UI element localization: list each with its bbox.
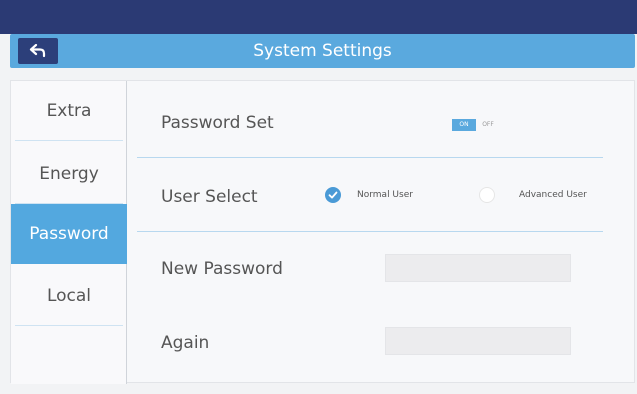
- top-status-bar: [0, 0, 637, 34]
- checkmark-icon: [328, 191, 338, 199]
- normal-user-label: Normal User: [357, 190, 413, 200]
- page-title: System Settings: [253, 41, 392, 61]
- sidebar-item-label: Extra: [46, 101, 92, 121]
- back-arrow-icon: [29, 44, 46, 58]
- new-password-label: New Password: [161, 259, 283, 279]
- sidebar-item-label: Energy: [39, 164, 99, 184]
- sidebar-item-label: Password: [29, 224, 109, 244]
- user-select-label: User Select: [161, 187, 258, 207]
- sidebar-item-password[interactable]: Password: [11, 204, 127, 264]
- sidebar: Extra Energy Password Local: [11, 81, 127, 384]
- toggle-on-label: ON: [452, 119, 476, 131]
- row-divider: [137, 231, 603, 232]
- advanced-user-label: Advanced User: [519, 190, 587, 200]
- title-bar: System Settings: [10, 34, 635, 68]
- toggle-off-label: OFF: [482, 121, 494, 128]
- sidebar-item-extra[interactable]: Extra: [11, 81, 127, 141]
- password-set-toggle[interactable]: ON OFF: [452, 119, 512, 131]
- normal-user-radio[interactable]: [325, 187, 341, 203]
- again-label: Again: [161, 333, 210, 353]
- settings-content: Password Set ON OFF User Select Normal U…: [127, 81, 636, 384]
- row-divider: [137, 157, 603, 158]
- app-window: System Settings Extra Energy Password Lo…: [0, 0, 637, 394]
- sidebar-item-energy[interactable]: Energy: [11, 144, 127, 204]
- sidebar-item-local[interactable]: Local: [11, 266, 127, 326]
- new-password-input[interactable]: [385, 254, 571, 282]
- back-button[interactable]: [18, 38, 58, 64]
- password-set-label: Password Set: [161, 113, 274, 133]
- again-password-input[interactable]: [385, 327, 571, 355]
- sidebar-item-label: Local: [46, 286, 92, 306]
- settings-panel: Extra Energy Password Local Password Set…: [10, 80, 636, 384]
- advanced-user-radio[interactable]: [479, 187, 495, 203]
